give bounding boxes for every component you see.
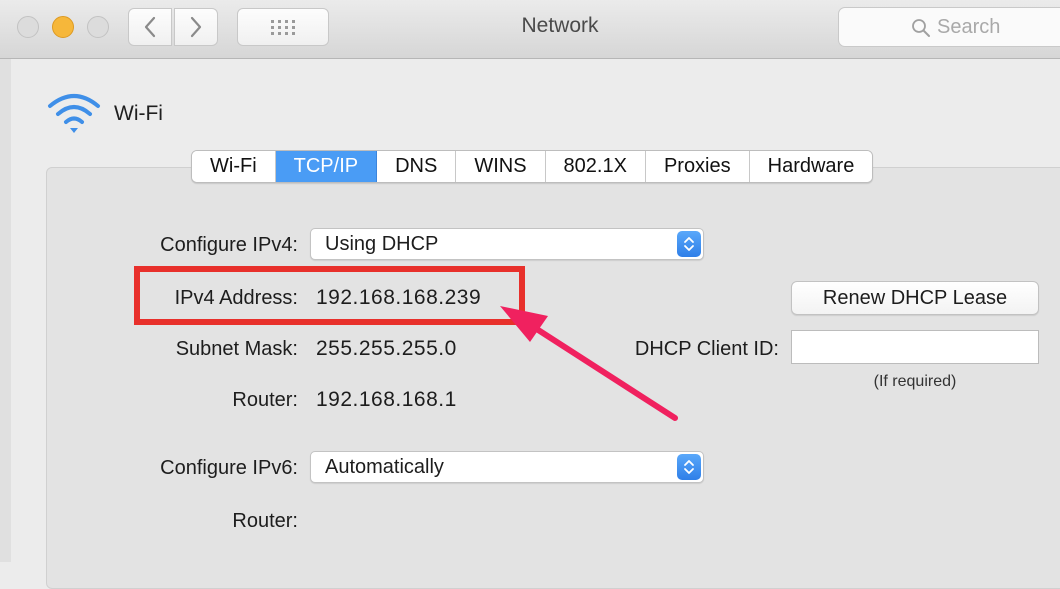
- router-ipv6-label: Router:: [232, 510, 298, 532]
- configure-ipv4-select[interactable]: Using DHCP: [310, 228, 704, 260]
- search-input[interactable]: [937, 15, 1057, 39]
- interface-header: Wi-Fi: [46, 92, 163, 136]
- chevron-left-icon: [144, 16, 156, 38]
- configure-ipv4-value: Using DHCP: [325, 233, 439, 255]
- tab-proxies[interactable]: Proxies: [645, 151, 750, 182]
- ipv4-highlight-box: [134, 266, 525, 325]
- subnet-mask-value: 255.255.255.0: [316, 337, 457, 360]
- router-label: Router:: [232, 389, 298, 411]
- window-titlebar: Network: [0, 0, 1060, 59]
- renew-dhcp-lease-button[interactable]: Renew DHCP Lease: [791, 281, 1039, 315]
- configure-ipv6-label: Configure IPv6:: [160, 457, 298, 479]
- grid-icon: [271, 20, 295, 35]
- search-icon: [912, 19, 930, 37]
- minimize-window-button[interactable]: [52, 16, 74, 38]
- tab-dns[interactable]: DNS: [377, 151, 457, 182]
- interface-name: Wi-Fi: [114, 102, 163, 125]
- dhcp-client-id-field[interactable]: [791, 330, 1039, 364]
- back-button[interactable]: [128, 8, 172, 46]
- search-field[interactable]: [838, 7, 1060, 47]
- select-stepper-icon: [677, 231, 701, 257]
- window-edge: [0, 59, 11, 562]
- dhcp-client-id-label: DHCP Client ID:: [634, 338, 779, 360]
- close-window-button[interactable]: [17, 16, 39, 38]
- configure-ipv6-value: Automatically: [325, 456, 444, 478]
- tab-bar: Wi-Fi TCP/IP DNS WINS 802.1X Proxies Har…: [191, 150, 874, 183]
- configure-ipv4-label: Configure IPv4:: [160, 234, 298, 256]
- zoom-window-button[interactable]: [87, 16, 109, 38]
- show-all-button[interactable]: [237, 8, 329, 46]
- tab-hardware[interactable]: Hardware: [749, 151, 873, 182]
- wifi-icon: [48, 94, 100, 133]
- tab-8021x[interactable]: 802.1X: [545, 151, 646, 182]
- forward-button[interactable]: [174, 8, 218, 46]
- select-stepper-icon: [677, 454, 701, 480]
- dhcp-client-id-hint: (If required): [873, 373, 957, 390]
- tab-tcpip[interactable]: TCP/IP: [275, 151, 378, 182]
- window-title: Network: [521, 14, 599, 37]
- configure-ipv6-select[interactable]: Automatically: [310, 451, 704, 483]
- tab-wins[interactable]: WINS: [456, 151, 546, 182]
- subnet-mask-label: Subnet Mask:: [175, 338, 298, 360]
- chevron-right-icon: [190, 16, 202, 38]
- router-value: 192.168.168.1: [316, 388, 457, 411]
- tab-wifi[interactable]: Wi-Fi: [192, 151, 276, 182]
